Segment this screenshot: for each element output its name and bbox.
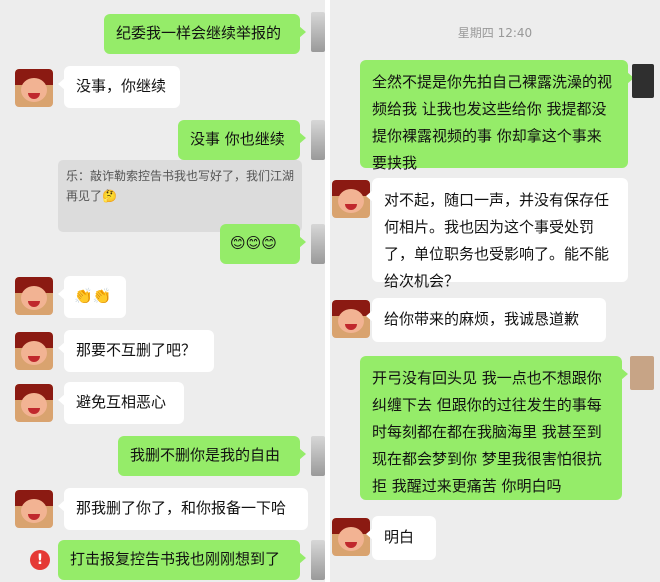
chat-bubble-sent[interactable]: 纪委我一样会继续举报的 xyxy=(104,14,306,54)
chat-bubble-sent[interactable]: 打击报复控告书我也刚刚想到了 xyxy=(58,540,306,580)
chat-bubble-sent[interactable]: 没事 你也继续 xyxy=(178,120,306,160)
avatar-self xyxy=(311,436,325,476)
avatar-contact xyxy=(15,490,53,528)
avatar-self xyxy=(632,64,654,98)
chat-bubble-received[interactable]: 避免互相恶心 xyxy=(58,382,184,424)
send-failed-icon[interactable]: ! xyxy=(30,550,50,570)
chat-bubble-sent[interactable]: 开弓没有回头见 我一点也不想跟你纠缠下去 但跟你的过往发生的事每时每刻都在都在我… xyxy=(360,356,628,500)
chat-bubble-sent[interactable]: 我删不删你是我的自由 xyxy=(118,436,306,476)
chat-bubble-received[interactable]: 对不起，随口一声，并没有保存任何相片。我也因为这个事受处罚了，单位职务也受影响了… xyxy=(366,178,628,290)
quoted-message[interactable]: 乐：敲诈勒索控告书我也写好了，我们江湖再见了🤔 xyxy=(58,160,302,232)
chat-timestamp: 星期四 12:40 xyxy=(457,26,533,40)
avatar-contact xyxy=(15,332,53,370)
chat-bubble-received[interactable]: 给你带来的麻烦，我诚恳道歉 xyxy=(366,298,606,342)
right-chat-screenshot: 星期四 12:40 全然不提是你先拍自己裸露洗澡的视频给我 让我也发这些给你 我… xyxy=(330,0,660,582)
chat-bubble-received-emoji[interactable]: 👏👏 xyxy=(58,276,126,318)
chat-bubble-sent-emoji[interactable]: 😊😊😊 xyxy=(220,224,306,264)
avatar-contact xyxy=(332,300,370,338)
avatar-self xyxy=(311,120,325,160)
chat-bubble-sent[interactable]: 全然不提是你先拍自己裸露洗澡的视频给我 让我也发这些给你 我提都没提你裸露视频的… xyxy=(360,60,634,172)
avatar-contact xyxy=(15,384,53,422)
chat-bubble-received[interactable]: 那要不互删了吧？ xyxy=(58,330,214,372)
chat-bubble-received[interactable]: 明白 xyxy=(366,516,436,560)
avatar-self xyxy=(311,224,325,264)
chat-bubble-received[interactable]: 那我删了你了，和你报备一下哈 xyxy=(58,488,308,530)
chat-bubble-received[interactable]: 没事，你继续 xyxy=(58,66,180,108)
avatar-contact xyxy=(332,180,370,218)
avatar-contact xyxy=(15,277,53,315)
avatar-contact xyxy=(15,69,53,107)
avatar-self xyxy=(311,12,325,52)
avatar-self xyxy=(311,540,325,580)
avatar-contact xyxy=(332,518,370,556)
left-chat-screenshot: 纪委我一样会继续举报的 没事，你继续 没事 你也继续 乐：敲诈勒索控告书我也写好… xyxy=(0,0,325,582)
avatar-self xyxy=(630,356,654,390)
